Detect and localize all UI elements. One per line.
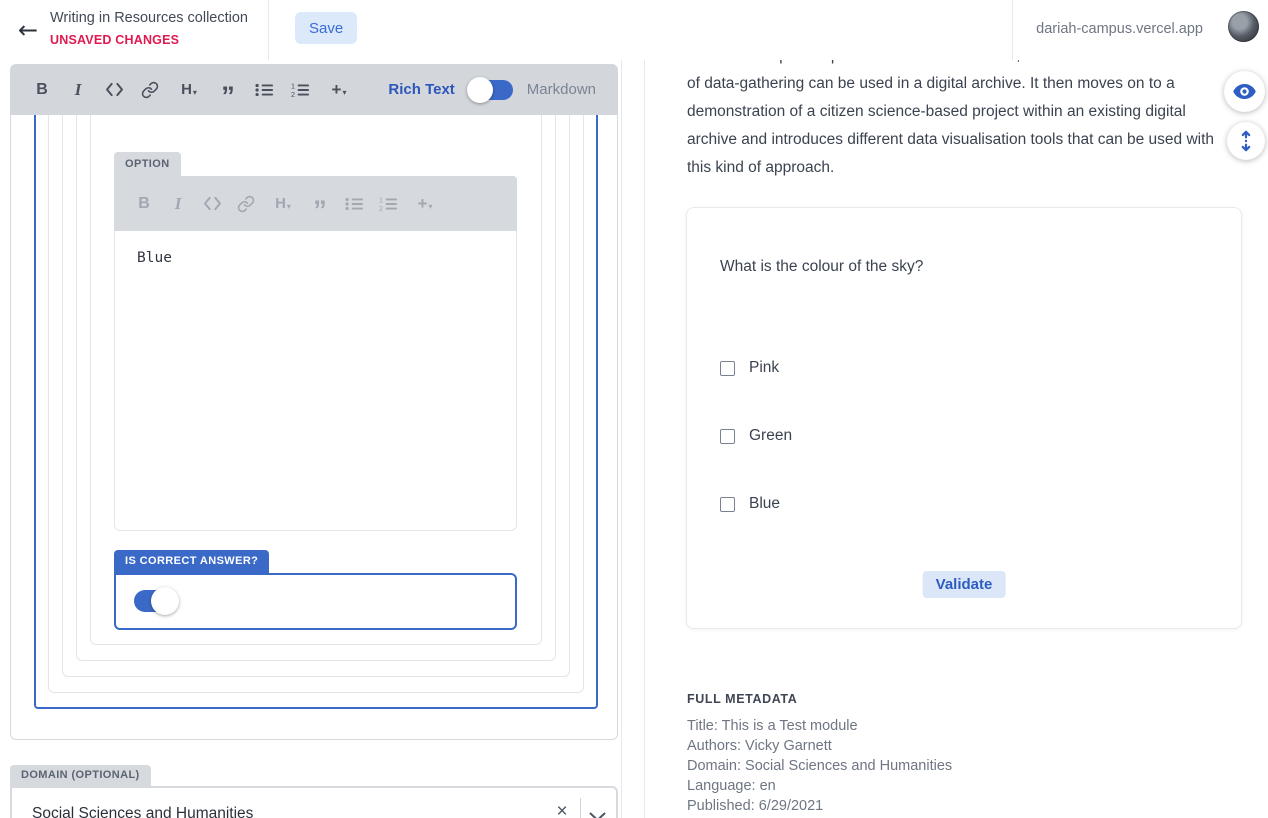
site-name: dariah-campus.vercel.app xyxy=(1036,21,1203,37)
quiz-option-label: Pink xyxy=(749,359,779,377)
quiz-option-row[interactable]: Green xyxy=(720,427,792,445)
code-icon[interactable] xyxy=(202,193,222,215)
bold-icon[interactable]: B xyxy=(32,79,52,101)
toggle-knob xyxy=(151,587,179,615)
is-correct-toggle[interactable] xyxy=(134,590,176,612)
paragraph-line: archive and introduces different data vi… xyxy=(687,126,1252,154)
code-icon[interactable] xyxy=(104,79,124,101)
domain-select[interactable]: Social Sciences and Humanities × xyxy=(10,786,618,818)
header-divider xyxy=(268,0,269,60)
back-button[interactable]: ← xyxy=(12,14,44,46)
is-correct-field-label: IS CORRECT ANSWER? xyxy=(114,550,269,573)
eye-icon xyxy=(1232,79,1257,104)
add-block-icon[interactable]: +▾ xyxy=(412,193,438,215)
numbered-list-icon[interactable]: 12 xyxy=(290,79,310,101)
paragraph-line: demonstration of a citizen science-based… xyxy=(687,98,1252,126)
checkbox[interactable] xyxy=(720,497,735,512)
save-button[interactable]: Save xyxy=(295,12,357,44)
option-field-toolbar: B I H▾ ” 12 +▾ xyxy=(114,176,517,231)
scroll-sync-button[interactable] xyxy=(1227,122,1265,160)
domain-field-label: DOMAIN (OPTIONAL) xyxy=(10,765,151,786)
italic-icon[interactable]: I xyxy=(168,193,188,215)
heading-icon[interactable]: H▾ xyxy=(270,193,296,215)
chevron-down-icon[interactable] xyxy=(589,809,606,818)
editor-content: OPTION B I H▾ ” 12 +▾ Blue IS CORRECT AN… xyxy=(10,115,618,740)
mode-toggle[interactable] xyxy=(471,80,513,100)
svg-text:2: 2 xyxy=(379,205,383,212)
bulleted-list-icon[interactable] xyxy=(344,193,364,215)
quiz-card: What is the colour of the sky? Pink Gree… xyxy=(686,207,1242,629)
metadata-heading: FULL METADATA xyxy=(687,692,797,706)
domain-selected-value: Social Sciences and Humanities xyxy=(32,805,253,818)
page-title: Writing in Resources collection xyxy=(50,10,248,26)
heading-icon[interactable]: H▾ xyxy=(176,79,202,101)
pane-divider xyxy=(621,60,622,818)
app-header: ← Writing in Resources collection UNSAVE… xyxy=(0,0,1268,60)
paragraph-line: of data-gathering can be used in a digit… xyxy=(687,70,1252,98)
svg-text:2: 2 xyxy=(291,91,295,98)
editor-pane: B I H▾ ” 12 +▾ Rich Text Markdown OPTION xyxy=(0,60,630,818)
richtext-toolbar: B I H▾ ” 12 +▾ Rich Text Markdown xyxy=(10,64,618,115)
quiz-option-label: Green xyxy=(749,427,792,445)
preview-visibility-button[interactable] xyxy=(1224,71,1265,112)
numbered-list-icon[interactable]: 12 xyxy=(378,193,398,215)
preview-pane: starts with a quick explanation of citiz… xyxy=(645,60,1268,818)
metadata-line: Domain: Social Sciences and Humanities xyxy=(687,756,952,776)
quiz-option-row[interactable]: Pink xyxy=(720,359,779,377)
option-field-label: OPTION xyxy=(114,152,181,176)
link-icon[interactable] xyxy=(140,79,160,101)
header-divider xyxy=(1012,0,1013,60)
quote-icon[interactable]: ” xyxy=(218,85,238,107)
unsaved-changes-badge: UNSAVED CHANGES xyxy=(50,33,179,47)
scroll-sync-icon xyxy=(1235,129,1257,153)
quote-icon[interactable]: ” xyxy=(310,199,330,221)
svg-text:1: 1 xyxy=(291,82,295,90)
toggle-knob xyxy=(467,77,493,103)
bold-icon[interactable]: B xyxy=(134,193,154,215)
validate-button[interactable]: Validate xyxy=(923,571,1006,598)
svg-text:1: 1 xyxy=(379,196,383,204)
mode-richtext-label[interactable]: Rich Text xyxy=(388,81,454,98)
italic-icon[interactable]: I xyxy=(68,79,88,101)
quiz-option-row[interactable]: Blue xyxy=(720,495,780,513)
option-text-input[interactable]: Blue xyxy=(114,231,517,531)
is-correct-field xyxy=(114,573,517,630)
metadata-line: Language: en xyxy=(687,776,952,796)
metadata-line: Authors: Vicky Garnett xyxy=(687,736,952,756)
add-block-icon[interactable]: +▾ xyxy=(326,79,352,101)
metadata-list: Title: This is a Test module Authors: Vi… xyxy=(687,716,952,816)
quiz-question: What is the colour of the sky? xyxy=(720,258,923,276)
paragraph-line-clipped: starts with a quick explanation of citiz… xyxy=(687,60,1252,70)
checkbox[interactable] xyxy=(720,429,735,444)
link-icon[interactable] xyxy=(236,193,256,215)
editor-mode-switch: Rich Text Markdown xyxy=(388,80,596,100)
metadata-line: Title: This is a Test module xyxy=(687,716,952,736)
quiz-option-label: Blue xyxy=(749,495,780,513)
paragraph-line: this kind of approach. xyxy=(687,154,1252,182)
clear-icon[interactable]: × xyxy=(550,801,574,818)
mode-markdown-label[interactable]: Markdown xyxy=(527,81,596,98)
bulleted-list-icon[interactable] xyxy=(254,79,274,101)
checkbox[interactable] xyxy=(720,361,735,376)
metadata-line: Published: 6/29/2021 xyxy=(687,796,952,816)
preview-paragraph: starts with a quick explanation of citiz… xyxy=(687,60,1252,182)
select-divider xyxy=(580,798,581,818)
avatar[interactable] xyxy=(1228,11,1259,42)
